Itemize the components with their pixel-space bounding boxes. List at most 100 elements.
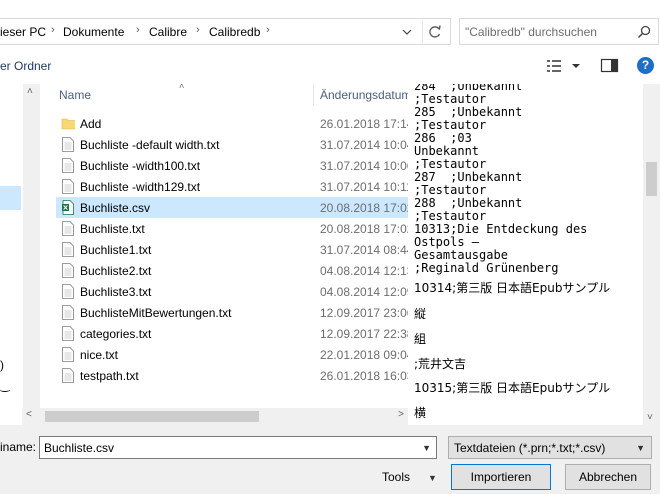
search-icon[interactable] [636,24,652,40]
preview-scrollbar[interactable]: ˅ [643,84,660,425]
column-header-date[interactable]: Änderungsdatum [320,88,408,102]
preview-line: 組 [414,332,427,346]
sort-ascending-icon: ˄ [179,84,185,91]
breadcrumb-calibredb[interactable]: Calibredb [209,25,260,39]
file-name[interactable]: Add [80,117,101,131]
file-row[interactable]: Buchliste1.txt 31.07.2014 08:44 [56,239,408,260]
preview-line: 10314;第三版 日本語Epubサンプル [414,281,611,295]
preview-line: 10315;第三版 日本語Epubサンプル [414,381,611,395]
search-box[interactable]: "Calibredb" durchsuchen [459,18,659,45]
horizontal-scrollbar[interactable]: ˂ ˃ [22,408,408,425]
file-name[interactable]: Buchliste -default width.txt [80,138,219,152]
scroll-left-icon[interactable]: ˂ [26,409,32,420]
text-file-icon [62,179,74,194]
text-file-icon [62,263,74,278]
file-name[interactable]: BuchlisteMitBewertungen.txt [80,306,231,320]
preview-pane: 284 ;Unbekannt ;Testautor 285 ;Unbekannt ;T… [410,84,643,425]
preview-text: 284 ;Unbekannt ;Testautor 285 ;Unbekannt ;T… [414,84,587,275]
file-date: 31.07.2014 10:06 [320,159,408,173]
chevron-down-icon[interactable]: ▼ [428,473,437,483]
address-bar[interactable]: ieser PC › Dokumente › Calibre › Calibre… [0,18,451,45]
scrollbar-thumb[interactable] [646,162,657,196]
file-name[interactable]: testpath.txt [80,369,139,383]
navigation-selected-item[interactable] [0,186,21,210]
preview-line: ;荒井文吉 [414,357,467,371]
scroll-up-icon[interactable]: ˄ [27,86,33,97]
file-date: 04.08.2014 12:13 [320,264,408,278]
filetype-select[interactable]: Textdateien (*.prn;*.txt;*.csv) ▼ [448,436,652,459]
new-folder-button[interactable]: er Ordner [0,59,51,73]
text-file-icon [62,158,74,173]
preview-pane-icon [600,58,619,73]
filename-value[interactable]: Buchliste.csv [44,441,114,455]
file-date: 12.09.2017 22:38 [320,327,408,341]
file-row[interactable]: Buchliste3.txt 04.08.2014 12:09 [56,281,408,302]
view-options-button[interactable] [545,56,585,76]
file-date: 31.07.2014 08:44 [320,243,408,257]
breadcrumb-separator-icon[interactable]: › [266,24,270,36]
preview-line: 縦 [414,307,427,321]
file-name[interactable]: Buchliste -width100.txt [80,159,200,173]
scroll-right-icon[interactable]: ˃ [398,409,404,420]
text-file-icon [62,137,74,152]
breadcrumb-separator-icon[interactable]: › [196,24,200,36]
column-header-name[interactable]: Name [59,88,91,102]
text-file-icon [62,284,74,299]
column-divider[interactable] [313,84,314,106]
file-date: 31.07.2014 10:04 [320,138,408,152]
file-date: 31.07.2014 10:11 [320,180,408,194]
filetype-value[interactable]: Textdateien (*.prn;*.txt;*.csv) [454,441,605,455]
chevron-down-icon[interactable]: ▼ [422,443,431,453]
file-date: 12.09.2017 23:06 [320,306,408,320]
tools-button[interactable]: Tools [382,470,410,484]
breadcrumb-this-pc[interactable]: ieser PC [0,25,46,39]
cancel-button[interactable]: Abbrechen [565,464,651,490]
file-row[interactable]: testpath.txt 26.01.2018 16:03 [56,365,408,386]
text-file-icon [62,221,74,236]
details-view-icon [547,60,580,72]
file-name[interactable]: Buchliste3.txt [80,285,151,299]
file-name[interactable]: Buchliste.csv [80,201,150,215]
file-row[interactable]: Buchliste2.txt 04.08.2014 12:13 [56,260,408,281]
file-row[interactable]: Buchliste -width129.txt 31.07.2014 10:11 [56,176,408,197]
chevron-down-icon[interactable] [399,26,415,38]
nav-item-fragment[interactable]: ) [0,358,4,372]
navigation-scrollbar[interactable]: ˄ ˅ [23,84,40,425]
file-name[interactable]: categories.txt [80,327,151,341]
file-row[interactable]: Buchliste -width100.txt 31.07.2014 10:06 [56,155,408,176]
file-row[interactable]: Buchliste.csv 20.08.2018 17:02 [56,197,408,218]
refresh-icon [429,25,441,38]
file-name[interactable]: Buchliste -width129.txt [80,180,200,194]
scrollbar-thumb[interactable] [45,411,259,422]
preview-pane-button[interactable] [600,57,620,75]
file-name[interactable]: nice.txt [80,348,118,362]
file-row[interactable]: BuchlisteMitBewertungen.txt 12.09.2017 23… [56,302,408,323]
file-list[interactable]: ˄ Name Änderungsdatum Add 26.01.2018 17:1… [42,84,408,408]
file-row[interactable]: Add 26.01.2018 17:14 [56,113,408,134]
file-row[interactable]: Buchliste.txt 20.08.2018 17:02 [56,218,408,239]
file-row[interactable]: categories.txt 12.09.2017 22:38 [56,323,408,344]
chevron-down-icon[interactable]: ▼ [636,443,645,453]
file-row[interactable]: nice.txt 22.01.2018 09:04 [56,344,408,365]
breadcrumb-separator-icon[interactable]: › [51,24,55,36]
file-date: 20.08.2018 17:02 [320,222,408,236]
breadcrumb-documents[interactable]: Dokumente [63,25,124,39]
file-date: 04.08.2014 12:09 [320,285,408,299]
text-file-icon [62,305,74,320]
file-row[interactable]: Buchliste -default width.txt 31.07.2014 1… [56,134,408,155]
filename-input[interactable]: Buchliste.csv ▼ [39,436,437,459]
scroll-down-icon[interactable]: ˅ [647,412,653,423]
refresh-button[interactable] [422,21,446,43]
file-date: 26.01.2018 16:03 [320,369,408,383]
file-name[interactable]: Buchliste.txt [80,222,145,236]
nav-item-fragment[interactable]: ‿ [0,378,10,392]
file-name[interactable]: Buchliste1.txt [80,243,151,257]
breadcrumb-separator-icon[interactable]: › [136,24,140,36]
search-input[interactable]: "Calibredb" durchsuchen [465,25,597,39]
file-name[interactable]: Buchliste2.txt [80,264,151,278]
help-button[interactable]: ? [637,57,654,74]
breadcrumb-calibre[interactable]: Calibre [149,25,187,39]
preview-line: ;Reginald Grünenberg [414,261,559,275]
filename-label: iname: [0,440,37,454]
import-button[interactable]: Importieren [451,464,551,490]
